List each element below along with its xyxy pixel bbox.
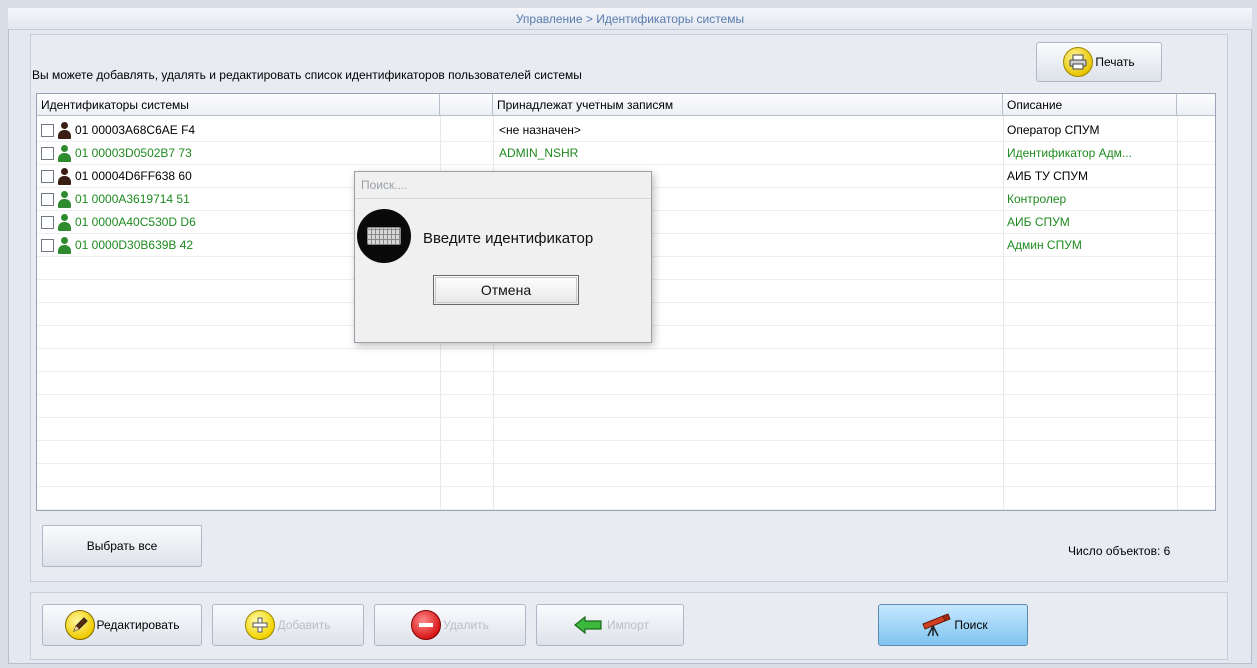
row-identifier: 01 00003D0502B7 73 [75, 146, 192, 160]
add-label: Добавить [277, 618, 331, 632]
row-description: Админ СПУМ [1007, 238, 1082, 252]
dialog-title: Поиск.... [361, 178, 408, 192]
add-button[interactable]: Добавить [212, 604, 364, 646]
select-all-button[interactable]: Выбрать все [42, 525, 202, 567]
grid-line [37, 509, 1215, 510]
table-row[interactable]: 01 00003A68C6AE F4 <не назначен> Операто… [37, 119, 1215, 142]
row-checkbox[interactable] [41, 193, 54, 206]
select-all-label: Выбрать все [86, 539, 158, 553]
row-description: Идентификатор Адм... [1007, 146, 1132, 160]
plus-icon [245, 610, 276, 640]
row-identifier: 01 0000A40C530D D6 [75, 215, 196, 229]
telescope-icon [918, 610, 952, 640]
edit-label: Редактировать [96, 618, 180, 632]
delete-button[interactable]: Удалить [374, 604, 526, 646]
user-icon [57, 191, 71, 208]
col-header-accounts[interactable]: Принадлежат учетным записям [493, 94, 1003, 116]
window-title: Управление > Идентификаторы системы [8, 8, 1252, 30]
user-icon [57, 237, 71, 254]
grid-line [37, 371, 1215, 372]
row-description: Оператор СПУМ [1007, 123, 1100, 137]
import-button[interactable]: Импорт [536, 604, 684, 646]
row-description: АИБ ТУ СПУМ [1007, 169, 1089, 183]
search-label: Поиск [954, 618, 988, 632]
row-checkbox[interactable] [41, 124, 54, 137]
row-account: <не назначен> [499, 123, 581, 137]
grid-line [37, 394, 1215, 395]
search-dialog: Поиск.... Введите идентификатор Отмена [354, 171, 652, 343]
grid-line [37, 486, 1215, 487]
arrow-left-icon [571, 610, 605, 640]
object-count: Число объектов: 6 [1068, 544, 1171, 558]
grid-line [37, 417, 1215, 418]
user-icon [57, 168, 71, 185]
minus-icon [411, 610, 442, 640]
row-checkbox[interactable] [41, 239, 54, 252]
row-identifier: 01 0000A3619714 51 [75, 192, 190, 206]
row-checkbox[interactable] [41, 147, 54, 160]
grid-line [37, 440, 1215, 441]
table-header: Идентификаторы системы Принадлежат учетн… [37, 94, 1215, 116]
dialog-message: Введите идентификатор [423, 230, 594, 247]
grid-line [37, 463, 1215, 464]
user-icon [57, 122, 71, 139]
import-label: Импорт [607, 618, 649, 632]
cancel-button[interactable]: Отмена [433, 275, 579, 305]
print-label: Печать [1095, 55, 1135, 69]
row-checkbox[interactable] [41, 170, 54, 183]
search-button[interactable]: Поиск [878, 604, 1028, 646]
col-header-identifiers[interactable]: Идентификаторы системы [37, 94, 440, 116]
printer-icon [1063, 47, 1094, 77]
user-icon [57, 214, 71, 231]
col-header-blank[interactable] [440, 94, 493, 116]
table-row[interactable]: 01 00003D0502B7 73 ADMIN_NSHR Идентифика… [37, 142, 1215, 165]
hint-text: Вы можете добавлять, удалять и редактиро… [32, 68, 582, 82]
print-button[interactable]: Печать [1036, 42, 1162, 82]
col-header-description[interactable]: Описание [1003, 94, 1177, 116]
row-identifier: 01 00003A68C6AE F4 [75, 123, 196, 137]
row-description: АИБ СПУМ [1007, 215, 1070, 229]
dialog-divider [355, 198, 651, 199]
row-description: Контролер [1007, 192, 1067, 206]
pencil-icon [64, 610, 95, 640]
row-identifier: 01 00004D6FF638 60 [75, 169, 192, 183]
grid-line [37, 348, 1215, 349]
row-account: ADMIN_NSHR [499, 146, 579, 160]
delete-label: Удалить [443, 618, 489, 632]
row-checkbox[interactable] [41, 216, 54, 229]
row-identifier: 01 0000D30B639B 42 [75, 238, 194, 252]
edit-button[interactable]: Редактировать [42, 604, 202, 646]
keyboard-icon [357, 209, 411, 263]
user-icon [57, 145, 71, 162]
